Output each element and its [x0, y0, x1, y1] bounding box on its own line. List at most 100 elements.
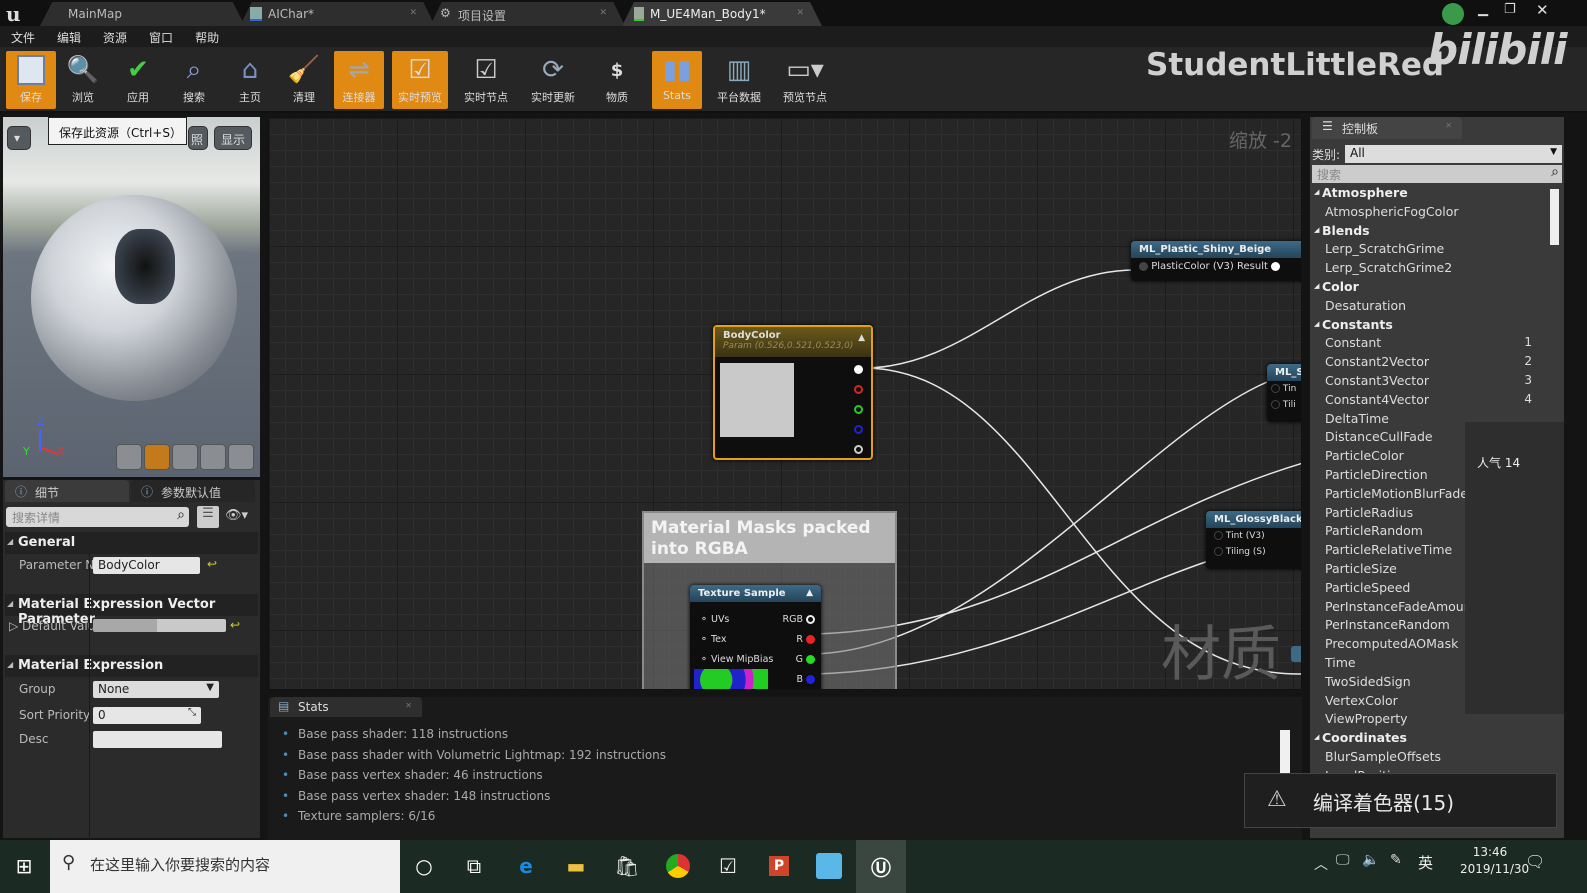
live-preview-button[interactable]: ☑ 实时预览 — [392, 51, 448, 109]
output-pin-g[interactable] — [854, 405, 863, 414]
reset-icon[interactable]: ↩ — [230, 618, 240, 632]
material-graph[interactable]: 缩放 -2 材质 BodyColor Param (0.526,0.521,0.… — [268, 117, 1302, 690]
close-window-button[interactable]: ✕ — [1536, 1, 1549, 19]
collapse-icon[interactable]: ▲ — [858, 333, 865, 343]
palette-item[interactable]: PerInstanceFadeAmount — [1325, 599, 1477, 614]
menu-edit[interactable]: 编辑 — [46, 26, 92, 46]
stats-scrollbar[interactable] — [1280, 730, 1290, 774]
offscreen-node[interactable] — [1291, 646, 1301, 662]
palette-item[interactable]: Lerp_ScratchGrime2 — [1325, 260, 1452, 275]
palette-item[interactable]: TwoSidedSign — [1325, 674, 1411, 689]
tab-aichar[interactable]: AIChar* ✕ — [240, 2, 435, 26]
palette-item[interactable]: Constant4Vector — [1325, 392, 1429, 407]
network-icon[interactable]: 🖵 — [1336, 852, 1350, 868]
close-icon[interactable]: ✕ — [1445, 121, 1452, 130]
eye-visibility-icon[interactable]: 👁▾ — [225, 508, 248, 523]
input-pin[interactable] — [1214, 547, 1223, 556]
unreal-taskbar-button[interactable]: Ⓤ — [856, 840, 906, 893]
edge-icon[interactable]: e — [508, 848, 544, 884]
palette-category[interactable]: Color — [1314, 279, 1359, 294]
platform-stats-button[interactable]: ▥ 平台数据 — [710, 51, 768, 109]
palette-item[interactable]: Constant2Vector — [1325, 354, 1429, 369]
live-update-button[interactable]: ⟳ 实时更新 — [525, 51, 581, 109]
tab-mainmap[interactable]: MainMap — [40, 2, 245, 26]
section-general[interactable]: General — [5, 532, 258, 554]
glossy-node[interactable]: ML_GlossyBlack_L Tint (V3) Tiling (S) — [1206, 511, 1301, 569]
minimize-button[interactable]: ▁ — [1478, 2, 1488, 17]
input-pin[interactable] — [1214, 531, 1223, 540]
column-divider[interactable] — [89, 554, 90, 844]
output-pin-b[interactable] — [854, 425, 863, 434]
palette-category[interactable]: Atmosphere — [1314, 185, 1408, 200]
apply-button[interactable]: ✔ 应用 — [113, 51, 163, 109]
lighting-button[interactable]: 照 — [188, 126, 208, 150]
close-icon[interactable]: ✕ — [599, 8, 607, 18]
palette-category[interactable]: Constants — [1314, 317, 1393, 332]
palette-item[interactable]: Constant — [1325, 335, 1381, 350]
palette-item[interactable]: ParticleRandom — [1325, 523, 1423, 538]
whiteboard-icon[interactable]: ☑ — [710, 848, 746, 884]
anime-app-icon[interactable] — [811, 848, 847, 884]
clean-button[interactable]: 🧹 清理 — [279, 51, 329, 109]
plastic-node[interactable]: ML_Plastic_Shiny_Beige PlasticColor (V3)… — [1131, 241, 1301, 281]
viewport-options-dropdown[interactable]: ▾ — [7, 126, 31, 150]
preview-sphere-button[interactable] — [144, 444, 170, 470]
notification-icon[interactable]: 🗨 — [1525, 852, 1545, 871]
parameter-name-field[interactable]: BodyColor — [93, 557, 200, 574]
pin-uvs[interactable]: ⚬ UVs — [700, 610, 773, 630]
pin-b[interactable]: B — [782, 670, 815, 689]
output-pin-rgb[interactable] — [854, 365, 863, 374]
clock[interactable]: 13:46 2019/11/30 — [1460, 845, 1529, 876]
palette-item[interactable]: Constant3Vector — [1325, 373, 1429, 388]
search-button[interactable]: ⌕ 搜索 — [169, 51, 219, 109]
menu-file[interactable]: 文件 — [0, 26, 46, 46]
show-button[interactable]: 显示 — [214, 126, 253, 150]
palette-item[interactable]: ParticleRadius — [1325, 505, 1413, 520]
spinner-icon[interactable]: ⤡ — [188, 707, 196, 718]
app-status-icon[interactable] — [1442, 3, 1464, 25]
connector-button[interactable]: ⇌ 连接器 — [334, 51, 384, 109]
input-pin[interactable] — [1271, 400, 1280, 409]
collapse-icon[interactable]: ▲ — [806, 588, 813, 598]
pin-view-mip-bias[interactable]: ⚬ View MipBias — [700, 650, 773, 670]
section-vector-parameter[interactable]: Material Expression Vector Parameter — [5, 594, 258, 627]
sort-priority-input[interactable]: 0 ⤡ — [93, 707, 201, 724]
category-dropdown[interactable]: All ▼ — [1345, 145, 1562, 163]
menu-asset[interactable]: 资源 — [92, 26, 138, 46]
pin-tex[interactable]: ⚬ Tex — [700, 630, 773, 650]
tab-stats[interactable]: ▤ Stats ✕ — [270, 697, 422, 717]
section-material-expression[interactable]: Material Expression — [5, 655, 258, 677]
maximize-button[interactable]: ❐ — [1504, 2, 1516, 17]
palette-item[interactable]: DeltaTime — [1325, 411, 1389, 426]
ml-s-node[interactable]: ML_S Tin Tili — [1267, 364, 1301, 422]
output-pin-a[interactable] — [854, 445, 863, 454]
show-hidden-icons[interactable]: ︿ — [1314, 854, 1328, 874]
tab-material[interactable]: M_UE4Man_Body1* ✕ — [622, 2, 822, 26]
input-pin[interactable] — [1271, 384, 1280, 393]
list-view-icon[interactable]: ☰ — [197, 506, 219, 528]
palette-item[interactable]: ParticleDirection — [1325, 467, 1428, 482]
palette-category[interactable]: Coordinates — [1314, 730, 1407, 745]
palette-item[interactable]: ParticleSize — [1325, 561, 1397, 576]
tab-parameter-defaults[interactable]: ⓘ 参数默认值 — [131, 480, 255, 502]
bodycolor-node[interactable]: BodyColor Param (0.526,0.521,0.523,0) ▲ — [713, 325, 873, 460]
desc-input[interactable] — [93, 731, 222, 748]
details-search-input[interactable]: 搜索详情 ⌕ — [6, 507, 189, 527]
cortana-icon[interactable]: ○ — [406, 848, 442, 884]
tab-details[interactable]: ⓘ 细节 — [5, 480, 129, 502]
menu-help[interactable]: 帮助 — [184, 26, 230, 46]
home-button[interactable]: ⌂ 主页 — [225, 51, 275, 109]
palette-scrollbar[interactable] — [1550, 189, 1559, 245]
palette-item[interactable]: VertexColor — [1325, 693, 1398, 708]
group-dropdown[interactable]: None ▼ — [93, 681, 219, 698]
palette-item[interactable]: DistanceCullFade — [1325, 429, 1433, 444]
preview-node-button[interactable]: ▭▾ 预览节点 — [775, 51, 835, 109]
palette-item[interactable]: Lerp_ScratchGrime — [1325, 241, 1444, 256]
palette-item[interactable]: PrecomputedAOMask — [1325, 636, 1458, 651]
store-icon[interactable]: 🛍 — [609, 848, 645, 884]
palette-item[interactable]: BlurSampleOffsets — [1325, 749, 1441, 764]
palette-item[interactable]: ParticleSpeed — [1325, 580, 1410, 595]
preview-cylinder-button[interactable] — [116, 444, 142, 470]
preview-teapot-button[interactable] — [228, 444, 254, 470]
pin-r[interactable]: R — [782, 630, 815, 650]
